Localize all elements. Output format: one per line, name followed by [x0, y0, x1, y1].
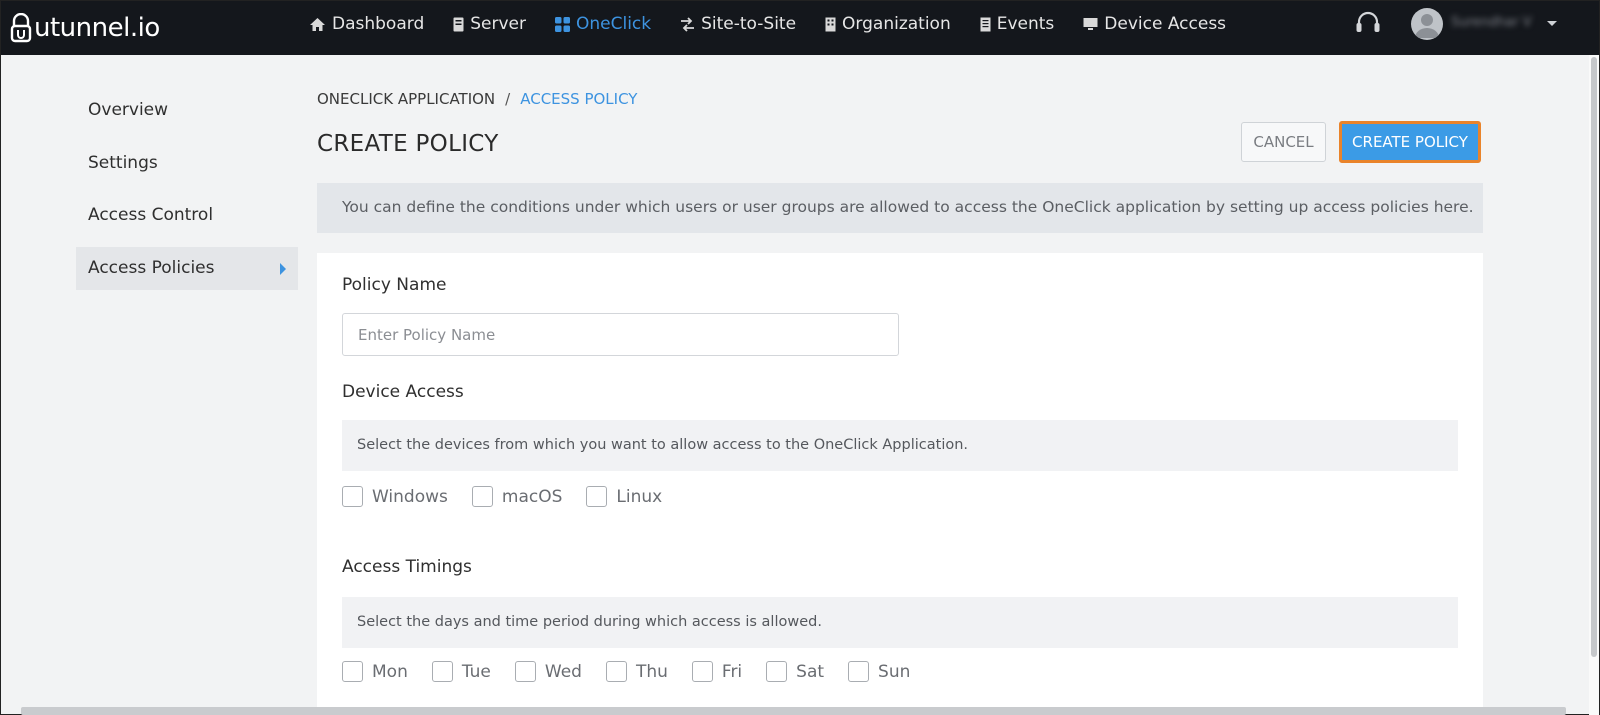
home-icon — [310, 17, 325, 31]
checkbox-macos[interactable]: macOS — [471, 486, 563, 507]
checkbox-label: Sun — [878, 661, 911, 682]
nav-item-server[interactable]: Server — [453, 14, 526, 34]
document-icon — [980, 17, 991, 31]
checkbox-label: Linux — [616, 486, 663, 507]
access-timings-hint: Select the days and time period during w… — [342, 597, 1458, 648]
checkbox-box[interactable] — [342, 661, 363, 682]
lock-logo-icon — [10, 13, 32, 43]
checkbox-linux[interactable]: Linux — [586, 486, 662, 507]
breadcrumb-current: ACCESS POLICY — [520, 90, 638, 108]
sidebar-item-label: Overview — [88, 100, 169, 120]
sidebar-item-label: Settings — [88, 152, 158, 173]
user-name[interactable]: Surendhar V — [1451, 15, 1533, 31]
sidebar-item-label: Access Control — [88, 205, 214, 225]
checkbox-box[interactable] — [766, 661, 788, 682]
page-title: CREATE POLICY — [317, 131, 499, 157]
nav-item-oneclick[interactable]: OneClick — [554, 14, 652, 34]
policy-name-label: Policy Name — [342, 275, 447, 295]
nav-item-organization[interactable]: Organization — [825, 14, 951, 34]
checkbox-label: Wed — [544, 661, 582, 682]
main-nav: Dashboard Server OneClick Site-to-Site O… — [309, 1, 1255, 47]
policy-form-card: Policy Name Device Access Select the dev… — [317, 253, 1483, 713]
nav-item-site-to-site[interactable]: Site-to-Site — [680, 14, 796, 34]
checkbox-wed[interactable]: Wed — [514, 661, 582, 682]
sidebar: Overview Settings Access Control Access … — [76, 89, 298, 299]
horizontal-scrollbar[interactable] — [21, 707, 1566, 715]
checkbox-box[interactable] — [605, 661, 627, 682]
sidebar-item-label: Access Policies — [88, 257, 215, 278]
checkbox-label: Thu — [635, 661, 668, 682]
chevron-down-icon[interactable] — [1547, 21, 1557, 26]
checkbox-label: Sat — [796, 661, 825, 682]
sidebar-item-overview[interactable]: Overview — [76, 89, 298, 132]
nav-item-label: Dashboard — [332, 14, 425, 34]
breadcrumb: ONECLICK APPLICATION / ACCESS POLICY — [317, 90, 637, 108]
checkbox-label: macOS — [501, 486, 563, 507]
checkbox-box[interactable] — [691, 661, 713, 682]
checkbox-box[interactable] — [471, 486, 493, 507]
access-timings-label: Access Timings — [342, 557, 472, 577]
checkbox-box[interactable] — [342, 486, 363, 507]
top-navigation-bar: utunnel.io Dashboard Server OneClick Sit… — [1, 1, 1599, 55]
checkbox-box[interactable] — [586, 486, 608, 507]
checkbox-label: Fri — [721, 661, 743, 682]
grid-icon — [554, 16, 570, 32]
checkbox-box[interactable] — [848, 661, 870, 682]
breadcrumb-separator: / — [505, 90, 511, 108]
nav-item-device-access[interactable]: Device Access — [1083, 14, 1226, 34]
caret-right-icon — [280, 262, 286, 275]
vertical-scrollbar-thumb[interactable] — [1591, 57, 1597, 657]
vertical-scrollbar[interactable] — [1589, 55, 1599, 715]
brand-logo[interactable]: utunnel.io — [10, 9, 160, 47]
nav-item-label: Organization — [842, 14, 951, 34]
checkbox-fri[interactable]: Fri — [691, 661, 743, 682]
day-options: Mon Tue Wed Thu Fri Sat Sun — [342, 661, 934, 682]
nav-item-label: Events — [996, 14, 1055, 34]
nav-item-label: Server — [470, 14, 526, 34]
checkbox-tue[interactable]: Tue — [431, 661, 491, 682]
policy-name-input[interactable] — [342, 313, 899, 356]
checkbox-sun[interactable]: Sun — [848, 661, 910, 682]
building-icon — [825, 17, 836, 31]
nav-item-dashboard[interactable]: Dashboard — [309, 14, 424, 34]
device-options: Windows macOS Linux — [342, 486, 686, 507]
create-policy-button[interactable]: CREATE POLICY — [1339, 121, 1481, 163]
arrows-icon — [681, 16, 695, 32]
checkbox-mon[interactable]: Mon — [342, 661, 408, 682]
nav-item-label: Device Access — [1104, 14, 1227, 34]
sidebar-item-access-policies[interactable]: Access Policies — [76, 246, 298, 290]
server-icon — [453, 17, 464, 31]
checkbox-sat[interactable]: Sat — [766, 661, 824, 682]
user-icon — [1415, 14, 1439, 38]
headset-icon[interactable] — [1355, 11, 1381, 35]
checkbox-windows[interactable]: Windows — [342, 486, 448, 507]
info-banner: You can define the conditions under whic… — [317, 183, 1483, 233]
checkbox-label: Tue — [461, 661, 491, 682]
monitor-icon — [1083, 18, 1098, 30]
nav-item-label: OneClick — [575, 14, 652, 34]
breadcrumb-parent[interactable]: ONECLICK APPLICATION — [317, 90, 495, 108]
checkbox-label: Mon — [372, 661, 408, 682]
nav-item-events[interactable]: Events — [980, 14, 1055, 34]
active-nav-indicator — [596, 47, 612, 55]
cancel-button[interactable]: CANCEL — [1241, 122, 1326, 162]
checkbox-thu[interactable]: Thu — [605, 661, 668, 682]
sidebar-item-access-control[interactable]: Access Control — [76, 194, 298, 237]
device-access-hint: Select the devices from which you want t… — [342, 420, 1458, 471]
nav-item-label: Site-to-Site — [701, 14, 797, 34]
checkbox-label: Windows — [372, 486, 448, 507]
checkbox-box[interactable] — [431, 661, 453, 682]
logo-text: utunnel.io — [34, 13, 160, 43]
checkbox-box[interactable] — [514, 661, 536, 682]
sidebar-item-settings[interactable]: Settings — [76, 142, 298, 185]
device-access-label: Device Access — [342, 382, 464, 402]
user-avatar[interactable] — [1411, 8, 1443, 40]
